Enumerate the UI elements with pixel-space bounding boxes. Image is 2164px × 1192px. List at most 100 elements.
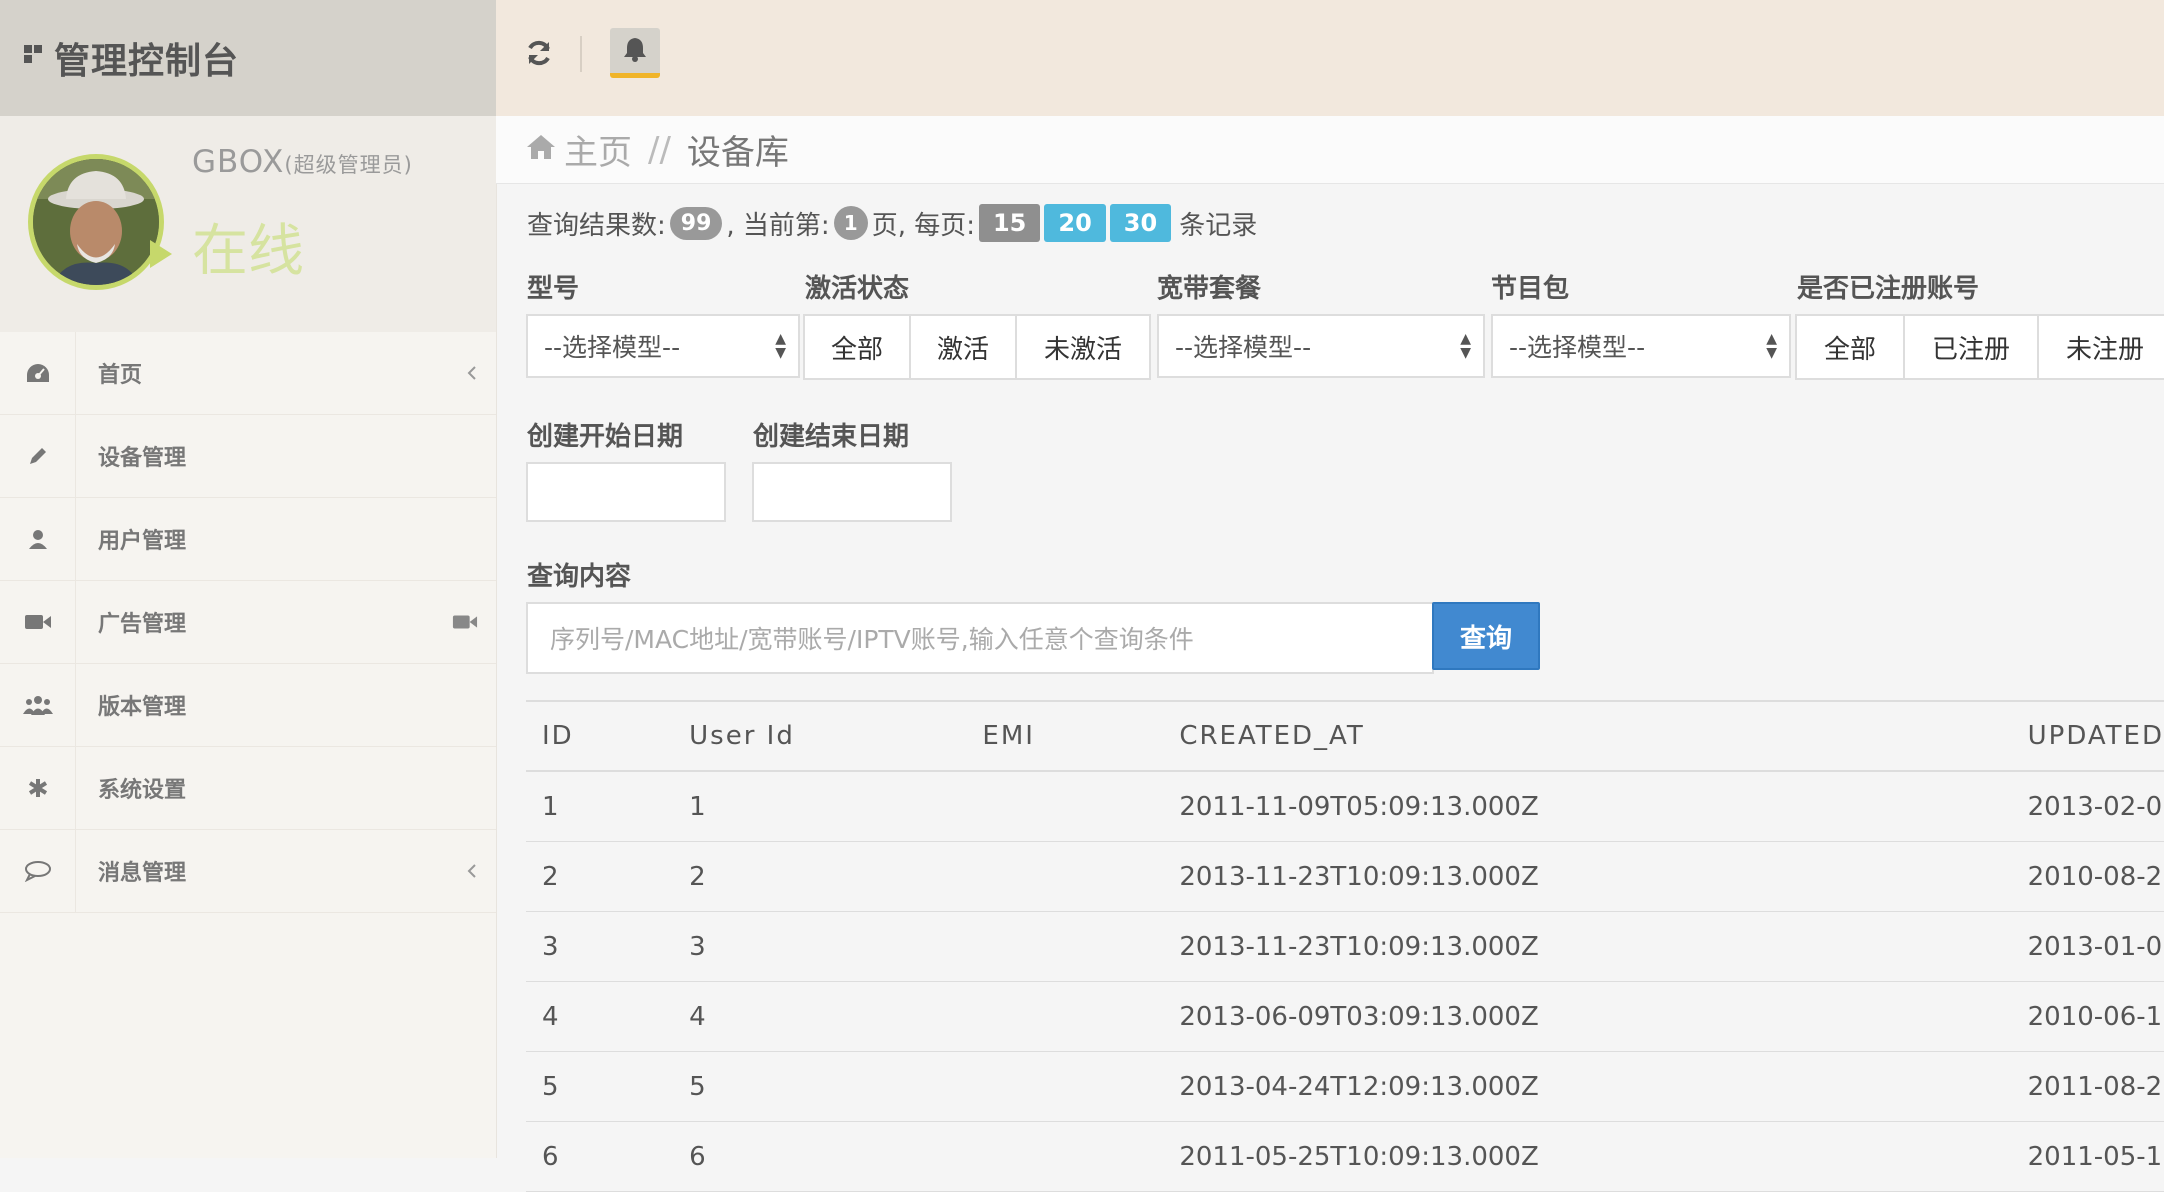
search-button[interactable]: 查询 <box>1432 602 1540 670</box>
sidebar-item-label: 版本管理 <box>98 695 187 720</box>
package-select[interactable]: --选择模型-- ▲ ▼ <box>1491 314 1791 378</box>
select-arrows-icon: ▲ ▼ <box>775 331 786 361</box>
cell-id: 1 <box>526 771 690 842</box>
registered-no-button[interactable]: 未注册 <box>2037 314 2164 380</box>
chevron-left-icon <box>466 332 478 414</box>
video-camera-icon <box>0 581 76 663</box>
table-header-row: ID User Id EMI CREATED_AT UPDATED <box>526 700 2164 772</box>
table-row[interactable]: 3 3 2013-11-23T10:09:13.000Z 2013-01-0 <box>526 911 2164 982</box>
sidebar-nav: 首页 设备管理 用户管理 广告管理 版本管理 系统设置 消息管理 <box>0 332 496 913</box>
cell-id: 2 <box>526 841 690 912</box>
cell-updated-at: 2013-02-0 <box>2027 771 2164 842</box>
activation-all-button[interactable]: 全部 <box>803 314 911 380</box>
home-icon <box>526 130 556 170</box>
registered-filter-group: 全部 已注册 未注册 <box>1795 314 2164 380</box>
pencil-icon <box>0 415 76 497</box>
model-label: 型号 <box>527 274 580 304</box>
cell-created-at: 2013-11-23T10:09:13.000Z <box>1179 841 2028 912</box>
broadband-label: 宽带套餐 <box>1157 274 1262 304</box>
bell-icon <box>623 36 647 66</box>
end-date-label: 创建结束日期 <box>753 422 910 452</box>
cell-user-id: 4 <box>689 981 983 1052</box>
cell-user-id: 3 <box>689 911 983 982</box>
model-select[interactable]: --选择模型-- ▲ ▼ <box>526 314 800 378</box>
brand-title: 管理控制台 <box>54 41 240 82</box>
summary-prefix: 查询结果数: <box>527 210 666 241</box>
cell-user-id: 2 <box>689 841 983 912</box>
cell-id: 3 <box>526 911 690 982</box>
cell-created-at: 2013-11-23T10:09:13.000Z <box>1179 911 2028 982</box>
page-size-20-button[interactable]: 20 <box>1044 204 1106 242</box>
sidebar-item-home[interactable]: 首页 <box>0 332 496 415</box>
sidebar-item-label: 首页 <box>98 363 143 388</box>
column-header-created-at[interactable]: CREATED_AT <box>1179 700 2028 772</box>
cell-user-id: 6 <box>689 1121 983 1192</box>
registered-all-button[interactable]: 全部 <box>1795 314 1905 380</box>
cell-emi <box>982 911 1180 982</box>
brand-grid-icon <box>24 45 42 63</box>
summary-page-label: 页, 每页: <box>871 210 975 241</box>
cell-created-at: 2011-05-25T10:09:13.000Z <box>1179 1121 2028 1192</box>
sidebar-item-versions[interactable]: 版本管理 <box>0 664 496 747</box>
activation-active-button[interactable]: 激活 <box>909 314 1017 380</box>
sidebar-item-messages[interactable]: 消息管理 <box>0 830 496 913</box>
table-row[interactable]: 4 4 2013-06-09T03:09:13.000Z 2010-06-1 <box>526 981 2164 1052</box>
user-status: 在线 <box>192 219 304 284</box>
cell-emi <box>982 841 1180 912</box>
cell-updated-at: 2011-05-1 <box>2027 1121 2164 1192</box>
sidebar-item-settings[interactable]: 系统设置 <box>0 747 496 830</box>
registered-yes-button[interactable]: 已注册 <box>1903 314 2039 380</box>
start-date-input[interactable] <box>526 462 726 522</box>
cell-created-at: 2011-11-09T05:09:13.000Z <box>1179 771 2028 842</box>
table-row[interactable]: 1 1 2011-11-09T05:09:13.000Z 2013-02-0 <box>526 771 2164 842</box>
user-icon <box>0 498 76 580</box>
summary-current-label: , 当前第: <box>726 210 830 241</box>
chevron-left-icon <box>466 830 478 912</box>
package-label: 节目包 <box>1491 274 1570 304</box>
page-size-30-button[interactable]: 30 <box>1109 204 1172 242</box>
table-row[interactable]: 2 2 2013-11-23T10:09:13.000Z 2010-08-2 <box>526 841 2164 912</box>
device-table: ID User Id EMI CREATED_AT UPDATED 1 1 20… <box>526 700 2164 1192</box>
table-row[interactable]: 5 5 2013-04-24T12:09:13.000Z 2011-08-2 <box>526 1051 2164 1122</box>
activation-inactive-button[interactable]: 未激活 <box>1015 314 1151 380</box>
brand-bar: 管理控制台 <box>0 0 496 116</box>
broadband-select[interactable]: --选择模型-- ▲ ▼ <box>1157 314 1485 378</box>
column-header-updated-at[interactable]: UPDATED <box>2027 700 2164 772</box>
refresh-icon[interactable] <box>524 38 554 68</box>
column-header-id[interactable]: ID <box>526 700 690 772</box>
breadcrumb-home-link[interactable]: 主页 <box>564 125 632 174</box>
sidebar-item-users[interactable]: 用户管理 <box>0 498 496 581</box>
end-date-input[interactable] <box>752 462 952 522</box>
page-size-15-button[interactable]: 15 <box>978 204 1041 242</box>
user-name: GBOX(超级管理员) <box>192 144 413 180</box>
avatar-status-pointer <box>150 240 172 268</box>
column-header-emi[interactable]: EMI <box>982 700 1180 772</box>
toolbar-divider <box>580 36 582 72</box>
summary-suffix: 条记录 <box>1179 210 1258 241</box>
cell-id: 6 <box>526 1121 690 1192</box>
table-row[interactable]: 6 6 2011-05-25T10:09:13.000Z 2011-05-1 <box>526 1121 2164 1192</box>
video-camera-icon <box>452 581 478 663</box>
column-header-user-id[interactable]: User Id <box>689 700 983 772</box>
cell-updated-at: 2011-08-2 <box>2027 1051 2164 1122</box>
sidebar-item-label: 设备管理 <box>98 446 187 471</box>
registered-label: 是否已注册账号 <box>1797 274 1980 304</box>
avatar <box>28 154 164 290</box>
breadcrumb: 主页 // 设备库 <box>496 116 2164 184</box>
sidebar-item-devices[interactable]: 设备管理 <box>0 415 496 498</box>
select-arrows-icon: ▲ ▼ <box>1460 331 1471 361</box>
cell-emi <box>982 1051 1180 1122</box>
sidebar-item-label: 用户管理 <box>98 529 187 554</box>
search-label: 查询内容 <box>527 562 632 592</box>
breadcrumb-current: 设备库 <box>686 133 789 173</box>
user-role: (超级管理员) <box>284 153 413 177</box>
cell-user-id: 1 <box>689 771 983 842</box>
search-input[interactable]: 序列号/MAC地址/宽带账号/IPTV账号,输入任意个查询条件 <box>526 602 1434 674</box>
cell-updated-at: 2010-06-1 <box>2027 981 2164 1052</box>
sidebar-item-ads[interactable]: 广告管理 <box>0 581 496 664</box>
cell-updated-at: 2013-01-0 <box>2027 911 2164 982</box>
topbar <box>496 0 2164 116</box>
total-count-badge: 99 <box>669 206 723 240</box>
notification-button[interactable] <box>610 28 660 78</box>
dashboard-icon <box>0 332 76 414</box>
